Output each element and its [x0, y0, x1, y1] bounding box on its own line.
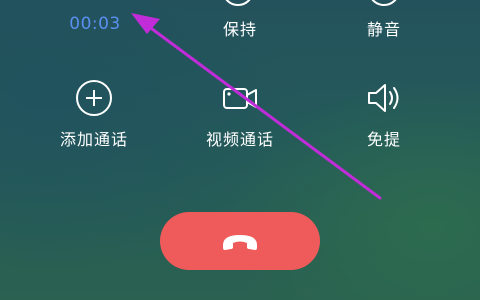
plus-circle-icon [74, 78, 114, 118]
video-camera-icon [220, 78, 260, 118]
call-duration: 00:03 [69, 14, 121, 34]
hold-label: 保持 [222, 20, 257, 39]
add-call-button[interactable]: 添加通话 [44, 78, 144, 150]
hangup-button[interactable] [160, 212, 320, 270]
speaker-button[interactable]: 免提 [334, 78, 434, 150]
video-call-label: 视频通话 [205, 130, 274, 149]
add-call-label: 添加通话 [59, 130, 128, 149]
speaker-label: 免提 [366, 130, 401, 149]
mute-button[interactable]: 静音 [334, 16, 434, 40]
video-call-button[interactable]: 视频通话 [190, 78, 290, 150]
speaker-icon [364, 78, 404, 118]
hold-icon [222, 0, 254, 6]
mute-label: 静音 [366, 20, 401, 39]
mute-icon [368, 0, 400, 6]
phone-hangup-icon [220, 230, 260, 252]
hold-button[interactable]: 保持 [190, 16, 290, 40]
